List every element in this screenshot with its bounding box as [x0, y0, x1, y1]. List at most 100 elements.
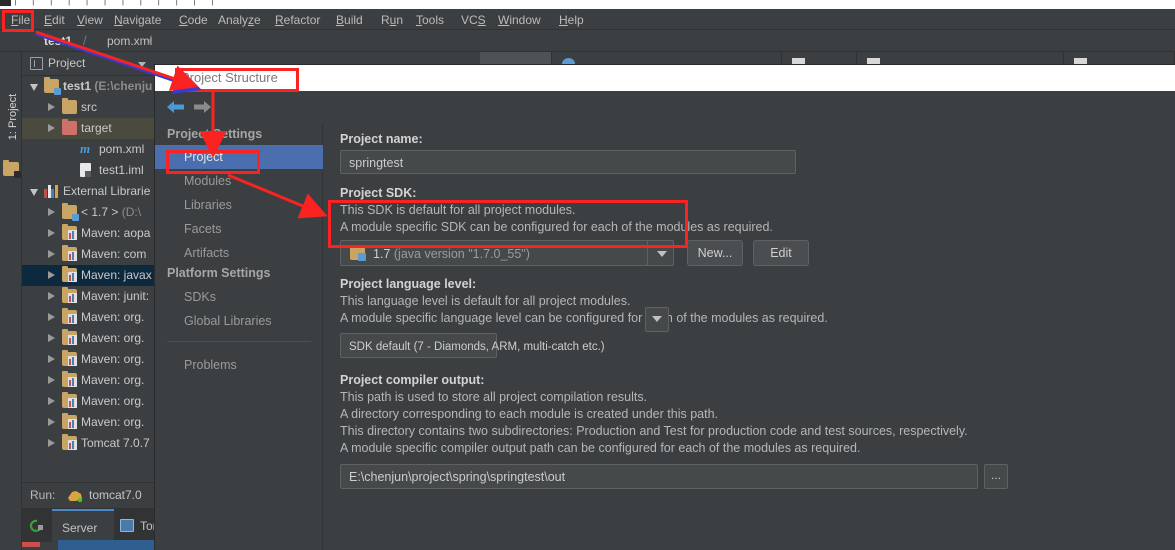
tree-expand-arrow-closed[interactable]: [48, 208, 55, 216]
project-sdk-label: Project SDK:: [340, 186, 417, 200]
tree-row-label: Maven: org.: [81, 394, 145, 408]
project-panel-title: Project: [48, 56, 86, 70]
tab-server[interactable]: Server: [52, 509, 114, 543]
menu-item-tools[interactable]: Tools: [410, 12, 450, 28]
browse-output-path-button[interactable]: ...: [984, 464, 1008, 489]
sidebar-item-sdks-label: SDKs: [184, 290, 216, 304]
tree-expand-arrow-closed[interactable]: [48, 355, 55, 363]
menu-bar: File Edit View Navigate Code Analyze Ref…: [0, 9, 1175, 30]
menu-item-navigate[interactable]: Navigate: [108, 12, 167, 28]
sidebar-item-global-libraries-label: Global Libraries: [184, 314, 272, 328]
tree-row-label: Maven: org.: [81, 352, 145, 366]
tree-expand-arrow-closed[interactable]: [48, 103, 55, 111]
project-name-value: springtest: [349, 156, 404, 170]
edit-sdk-button[interactable]: Edit: [753, 240, 809, 266]
tomcat-icon: [67, 488, 84, 503]
menu-item-build[interactable]: Build: [330, 12, 369, 28]
menu-item-view[interactable]: View: [71, 12, 109, 28]
language-level-dropdown-arrow[interactable]: [645, 307, 669, 332]
sidebar-item-sdks[interactable]: SDKs: [155, 285, 323, 309]
lang-description-line-2: A module specific language level can be …: [340, 311, 828, 325]
chevron-down-icon: [652, 316, 662, 322]
back-arrow-icon[interactable]: [165, 99, 187, 115]
library-jar-icon: [62, 392, 77, 408]
menu-item-edit[interactable]: Edit: [38, 12, 71, 28]
tree-row-path: (E:\chenju: [91, 79, 153, 93]
tree-row-label: Maven: org.: [81, 331, 145, 345]
library-jar-icon: [62, 350, 77, 366]
tree-expand-arrow-closed[interactable]: [48, 313, 55, 321]
tool-window-button-project[interactable]: 1: Project: [3, 81, 23, 153]
library-jar-icon: [62, 266, 77, 282]
out-description-line-4: A module specific compiler output path c…: [340, 441, 861, 455]
breadcrumb-file[interactable]: pom.xml: [107, 34, 152, 49]
sidebar-divider: [167, 341, 311, 342]
tree-row-label: External Librarie: [63, 184, 151, 198]
out-description-line-2: A directory corresponding to each module…: [340, 407, 718, 421]
project-sdk-value: 1.7 (java version "1.7.0_55"): [373, 246, 530, 262]
sidebar-item-problems-label: Problems: [184, 358, 237, 372]
tool-window-label: 1: Project: [7, 93, 19, 141]
library-jar-icon: [62, 224, 77, 240]
breadcrumb-project[interactable]: test1: [44, 34, 72, 49]
compiler-output-input[interactable]: E:\chenjun\project\spring\springtest\out: [340, 464, 978, 489]
dialog-icon: [158, 67, 176, 85]
menu-item-run[interactable]: Run: [375, 12, 409, 28]
rerun-icon[interactable]: [28, 517, 46, 535]
sidebar-item-facets[interactable]: Facets: [155, 217, 323, 241]
menu-item-code[interactable]: Code: [173, 12, 214, 28]
menu-item-analyze[interactable]: Analyze: [212, 12, 267, 28]
tree-row-label: Maven: com: [81, 247, 147, 261]
tree-expand-arrow-closed[interactable]: [48, 292, 55, 300]
project-view-icon: [30, 57, 43, 70]
tree-expand-arrow-closed[interactable]: [48, 250, 55, 258]
window-title-text: | | | | | | | | | | | |: [14, 0, 220, 6]
forward-arrow-icon[interactable]: [191, 99, 213, 115]
chevron-down-icon: [657, 251, 667, 257]
tree-expand-arrow-closed[interactable]: [48, 124, 55, 132]
out-description-line-3: This directory contains two subdirectori…: [340, 424, 968, 438]
sidebar-item-libraries[interactable]: Libraries: [155, 193, 323, 217]
tree-row-label: target: [81, 121, 112, 135]
excluded-folder-icon: [62, 119, 77, 135]
project-name-input[interactable]: springtest: [340, 150, 796, 174]
menu-item-help[interactable]: Help: [553, 12, 590, 28]
tree-expand-arrow-open[interactable]: [30, 189, 38, 196]
run-config-name[interactable]: tomcat7.0: [89, 488, 142, 502]
library-jar-icon: [62, 308, 77, 324]
window-title-bar: | | | | | | | | | | | |: [0, 0, 1175, 9]
sdk-folder-icon: [350, 245, 366, 261]
sidebar-item-problems[interactable]: Problems: [155, 353, 323, 377]
tree-expand-arrow-open[interactable]: [30, 84, 38, 91]
menu-item-vcs[interactable]: VCS: [455, 12, 492, 28]
tree-expand-arrow-closed[interactable]: [48, 418, 55, 426]
sidebar-section-platform-settings: Platform Settings: [167, 266, 271, 280]
sidebar-item-artifacts[interactable]: Artifacts: [155, 241, 323, 265]
sidebar-item-global-libraries[interactable]: Global Libraries: [155, 309, 323, 333]
tree-row-label: Maven: aopa: [81, 226, 151, 240]
annotation-box-dialog-title: [175, 68, 299, 92]
sidebar-item-modules-label: Modules: [184, 174, 232, 188]
chevron-down-icon[interactable]: [138, 62, 146, 67]
menu-item-refactor[interactable]: Refactor: [269, 12, 326, 28]
tree-expand-arrow-closed[interactable]: [48, 439, 55, 447]
tree-expand-arrow-closed[interactable]: [48, 334, 55, 342]
menu-item-window[interactable]: Window: [492, 12, 547, 28]
sdk-version-detail: (java version "1.7.0_55"): [393, 247, 530, 261]
library-jar-icon: [62, 287, 77, 303]
project-language-level-combo[interactable]: SDK default (7 - Diamonds, ARM, multi-ca…: [340, 333, 605, 358]
tree-row-label: Maven: javax: [81, 268, 152, 282]
external-libraries-icon: [44, 184, 59, 198]
folder-icon: [62, 203, 79, 221]
dialog-main-panel: Project name: springtest Project SDK: Th…: [324, 123, 1175, 550]
tree-expand-arrow-closed[interactable]: [48, 376, 55, 384]
sidebar-item-artifacts-label: Artifacts: [184, 246, 230, 260]
app-icon: [0, 0, 11, 6]
project-name-label: Project name:: [340, 132, 423, 146]
tree-expand-arrow-closed[interactable]: [48, 229, 55, 237]
tree-expand-arrow-closed[interactable]: [48, 271, 55, 279]
tree-row-label: src: [81, 100, 97, 114]
sidebar-item-facets-label: Facets: [184, 222, 222, 236]
tree-expand-arrow-closed[interactable]: [48, 397, 55, 405]
new-sdk-button[interactable]: New...: [687, 240, 743, 266]
